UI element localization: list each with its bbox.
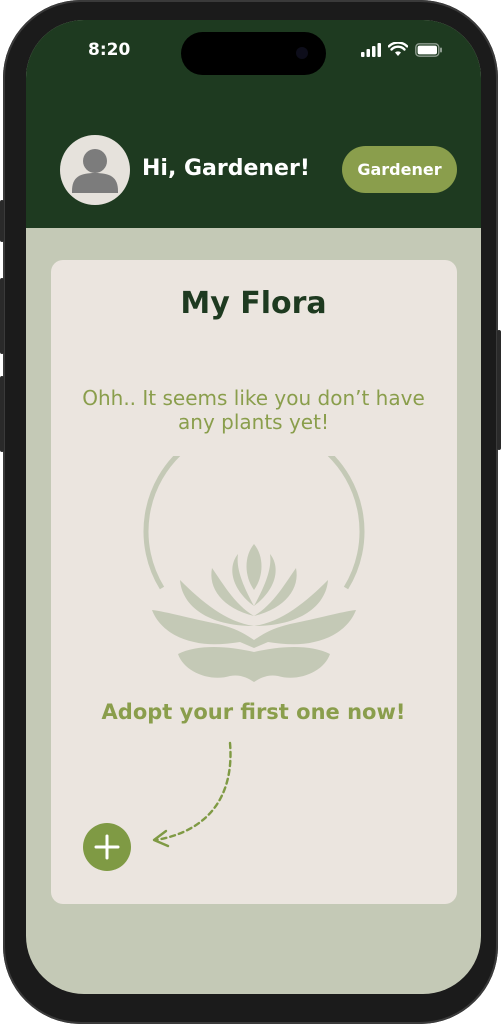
signal-icon bbox=[361, 42, 381, 57]
camera-icon bbox=[296, 47, 308, 59]
battery-icon bbox=[415, 42, 442, 57]
avatar[interactable] bbox=[60, 135, 130, 205]
action-button bbox=[0, 200, 4, 242]
phone-frame: 8:20 Hi, Gardener! Gardener My Flora Ohh… bbox=[0, 0, 501, 1024]
dynamic-island bbox=[181, 32, 326, 75]
page-title: My Flora bbox=[180, 286, 327, 321]
adopt-call-to-action: Adopt your first one now! bbox=[101, 700, 406, 724]
volume-up-button bbox=[0, 278, 4, 354]
plus-icon bbox=[94, 834, 120, 860]
status-icons bbox=[361, 42, 443, 57]
app-header: 8:20 Hi, Gardener! Gardener bbox=[26, 20, 481, 228]
power-button bbox=[497, 330, 501, 450]
add-plant-button[interactable] bbox=[83, 823, 131, 871]
volume-down-button bbox=[0, 376, 4, 452]
wifi-icon bbox=[388, 42, 408, 56]
screen: 8:20 Hi, Gardener! Gardener My Flora Ohh… bbox=[26, 20, 481, 994]
status-time: 8:20 bbox=[88, 40, 131, 60]
lotus-icon bbox=[143, 456, 365, 682]
arrow-icon bbox=[152, 741, 232, 848]
greeting-text: Hi, Gardener! bbox=[142, 156, 310, 181]
person-icon bbox=[72, 149, 118, 193]
role-badge-button[interactable]: Gardener bbox=[342, 146, 457, 193]
empty-state-message: Ohh.. It seems like you don’t have any p… bbox=[82, 386, 425, 434]
